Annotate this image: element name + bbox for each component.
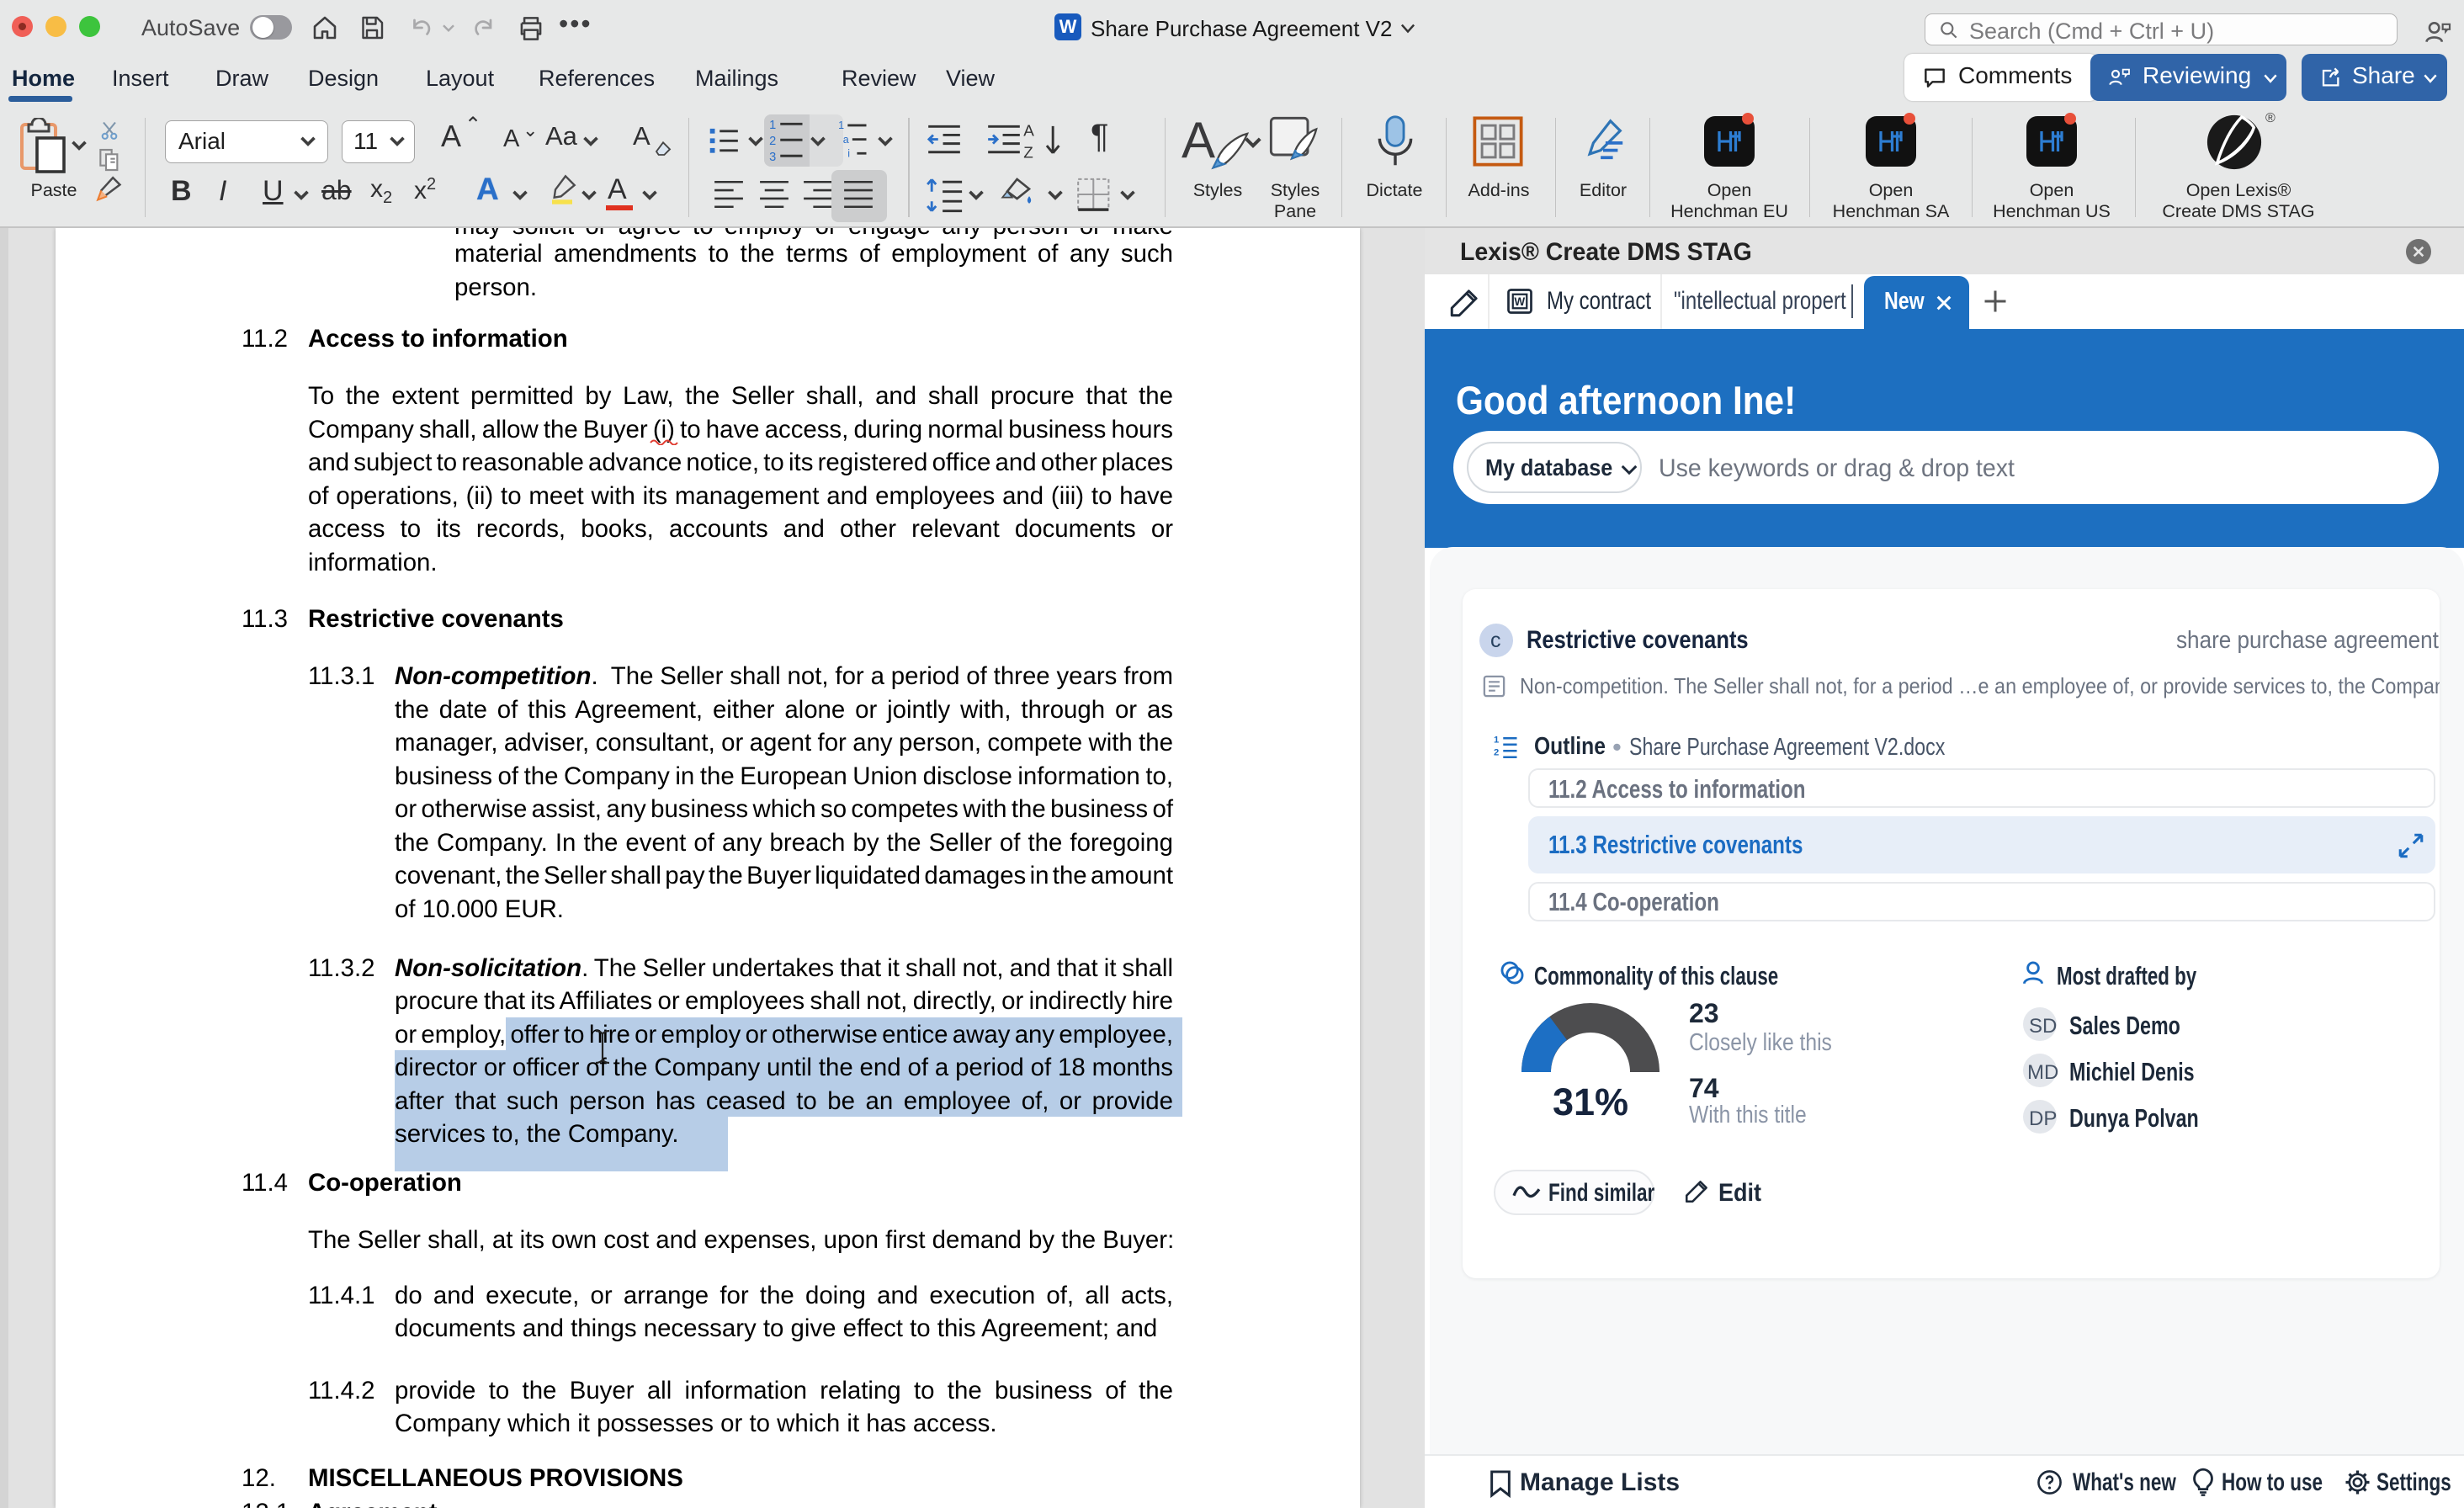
svg-text:W: W xyxy=(1514,295,1525,308)
svg-text:A: A xyxy=(1023,122,1034,140)
svg-text:a: a xyxy=(843,134,849,146)
svg-text:1: 1 xyxy=(769,119,776,132)
svg-text:2: 2 xyxy=(1494,747,1499,757)
svg-text:1: 1 xyxy=(838,119,844,131)
svg-text:2: 2 xyxy=(769,135,776,148)
svg-text:3: 3 xyxy=(769,151,776,163)
svg-text:i: i xyxy=(847,147,850,159)
svg-text:1: 1 xyxy=(1494,735,1499,745)
svg-text:Z: Z xyxy=(1023,145,1033,162)
